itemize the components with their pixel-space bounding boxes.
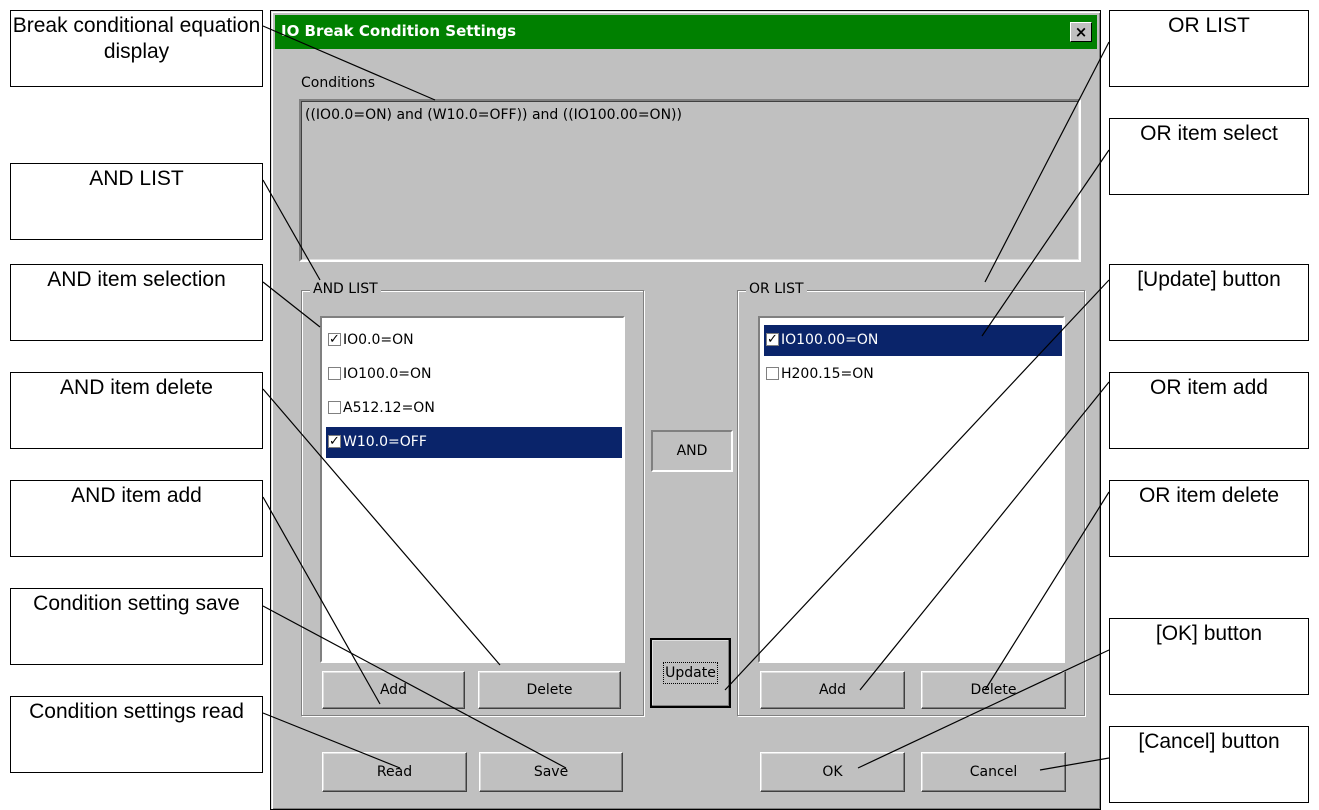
- callout-condition-settings-read: Condition settings read: [10, 696, 263, 773]
- callout-and-item-delete: AND item delete: [10, 372, 263, 449]
- checkbox[interactable]: [328, 400, 341, 414]
- checkbox[interactable]: ✓: [328, 434, 341, 448]
- close-icon: ×: [1074, 23, 1088, 41]
- or-list[interactable]: ✓ IO100.00=ON H200.15=ON: [758, 316, 1065, 663]
- io-break-condition-dialog: IO Break Condition Settings × Conditions…: [270, 10, 1101, 810]
- and-list-item-selected[interactable]: ✓ W10.0=OFF: [326, 427, 622, 458]
- dialog-title: IO Break Condition Settings: [281, 22, 517, 40]
- and-list-item[interactable]: ✓ IO0.0=ON: [326, 325, 622, 356]
- close-button[interactable]: ×: [1070, 22, 1092, 42]
- or-add-button[interactable]: Add: [760, 671, 905, 709]
- cancel-button[interactable]: Cancel: [921, 752, 1066, 792]
- callout-ok-button: [OK] button: [1109, 618, 1309, 695]
- operator-display: AND: [651, 430, 733, 472]
- or-list-item[interactable]: H200.15=ON: [764, 359, 1062, 390]
- and-delete-button[interactable]: Delete: [478, 671, 621, 709]
- or-list-title: OR LIST: [746, 281, 807, 297]
- checkbox[interactable]: ✓: [766, 332, 779, 346]
- callout-update-button: [Update] button: [1109, 264, 1309, 341]
- and-list-title: AND LIST: [310, 281, 381, 297]
- callout-or-item-select: OR item select: [1109, 118, 1309, 195]
- or-list-item-selected[interactable]: ✓ IO100.00=ON: [764, 325, 1062, 356]
- conditions-text: ((IO0.0=ON) and (W10.0=OFF)) and ((IO100…: [305, 107, 682, 123]
- title-bar[interactable]: IO Break Condition Settings ×: [275, 15, 1097, 49]
- callout-break-conditional: Break conditional equation display: [10, 10, 263, 87]
- callout-or-item-add: OR item add: [1109, 372, 1309, 449]
- callout-and-item-add: AND item add: [10, 480, 263, 557]
- callout-and-list: AND LIST: [10, 163, 263, 240]
- checkbox[interactable]: [766, 366, 779, 380]
- checkbox[interactable]: ✓: [328, 332, 341, 346]
- callout-or-list: OR LIST: [1109, 10, 1309, 87]
- or-delete-button[interactable]: Delete: [921, 671, 1066, 709]
- and-list-item[interactable]: A512.12=ON: [326, 393, 622, 424]
- callout-or-item-delete: OR item delete: [1109, 480, 1309, 557]
- and-list-item[interactable]: IO100.0=ON: [326, 359, 622, 390]
- callout-cancel-button: [Cancel] button: [1109, 726, 1309, 803]
- ok-button[interactable]: OK: [760, 752, 905, 792]
- read-button[interactable]: Read: [322, 752, 467, 792]
- checkbox[interactable]: [328, 366, 341, 380]
- callout-and-item-selection: AND item selection: [10, 264, 263, 341]
- callout-condition-setting-save: Condition setting save: [10, 588, 263, 665]
- update-button[interactable]: Update: [650, 638, 731, 708]
- save-button[interactable]: Save: [479, 752, 623, 792]
- and-list[interactable]: ✓ IO0.0=ON IO100.0=ON A512.12=ON ✓ W10.0=O…: [320, 316, 625, 663]
- conditions-display: ((IO0.0=ON) and (W10.0=OFF)) and ((IO100…: [299, 99, 1081, 262]
- conditions-label: Conditions: [301, 75, 376, 91]
- and-add-button[interactable]: Add: [322, 671, 465, 709]
